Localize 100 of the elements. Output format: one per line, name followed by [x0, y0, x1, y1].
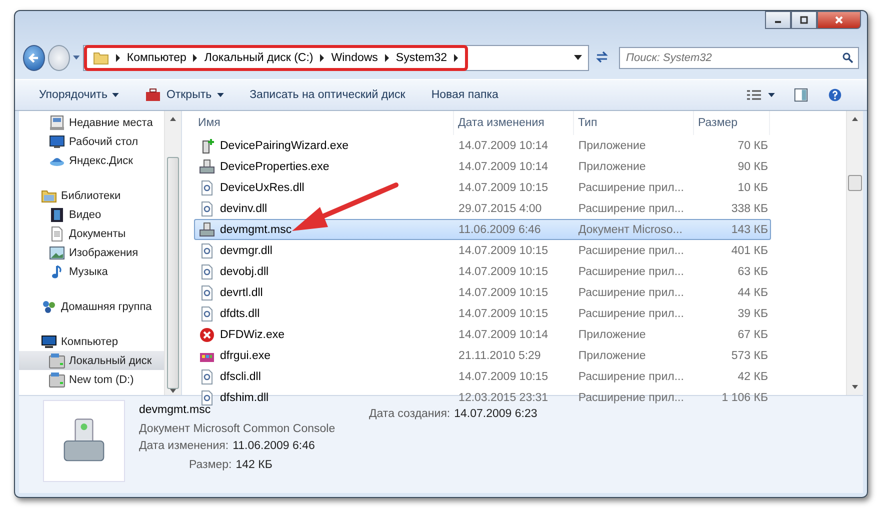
file-name: devinv.dll: [220, 202, 268, 214]
address-bar[interactable]: Компьютер Локальный диск (C:) Windows System32: [82, 45, 589, 71]
nav-item[interactable]: New tom (D:): [19, 370, 164, 389]
scrollbar[interactable]: [846, 111, 863, 395]
table-cell-text: Документ Microso...: [577, 224, 684, 236]
pane-icon: [793, 88, 809, 102]
table-cell-text: 70 КБ: [736, 140, 770, 152]
maximize-button[interactable]: [791, 11, 817, 29]
nav-item[interactable]: Домашняя группа: [19, 297, 164, 316]
table-cell-text: 21.11.2010 5:29: [458, 350, 542, 362]
table-cell-text: 29.07.2015 4:00: [458, 202, 543, 214]
table-cell-text: 44 КБ: [736, 286, 770, 298]
breadcrumb[interactable]: Windows: [331, 52, 378, 64]
file-name: DevicePairingWizard.exe: [220, 140, 348, 152]
file-row[interactable]: devrtl.dll 14.07.2009 10:15 Расширение прил... 44 КБ: [194, 282, 771, 303]
field-value: 142 КБ: [236, 459, 272, 471]
maximize-icon: [799, 15, 809, 25]
network-group-icon: [41, 298, 57, 314]
nav-item[interactable]: Локальный диск: [19, 351, 164, 370]
file-name: devmgmt.msc: [220, 224, 292, 236]
toolbar-button[interactable]: Новая папка: [423, 85, 506, 105]
document-icon: [49, 226, 65, 242]
back-button[interactable]: [23, 45, 46, 71]
table-cell-text: 14.07.2009 10:14: [458, 160, 550, 172]
folder-icon: [92, 50, 109, 66]
table-cell-text: 143 КБ: [730, 224, 770, 236]
nav-item[interactable]: Документы: [19, 224, 164, 243]
file-row[interactable]: DeviceUxRes.dll 14.07.2009 10:15 Расширение прил... 10 КБ: [194, 177, 771, 198]
breadcrumb[interactable]: System32: [396, 52, 448, 64]
toolbar-button[interactable]: Записать на оптический диск: [242, 85, 414, 105]
file-row[interactable]: dfscli.dll 14.07.2009 10:15 Расширение прил... 42 КБ: [194, 366, 771, 387]
dropdown-caret-icon: [574, 55, 582, 61]
field-label: Дата изменения:: [139, 440, 229, 452]
breadcrumb[interactable]: Локальный диск (C:): [204, 52, 314, 64]
table-cell-text: 14.07.2009 10:15: [458, 244, 550, 256]
nav-item[interactable]: Яндекс.Диск: [19, 151, 164, 170]
table-cell-text: 1 106 КБ: [720, 392, 770, 404]
nav-item[interactable]: Музыка: [19, 262, 164, 281]
table-cell-text: 11.06.2009 6:46: [458, 224, 542, 236]
column-header[interactable]: Размер: [694, 111, 770, 135]
close-button[interactable]: [817, 11, 861, 29]
column-header[interactable]: Дата изменения: [454, 111, 574, 135]
picture-icon: [49, 244, 65, 260]
computer-icon: [41, 334, 57, 350]
field-label: Размер:: [189, 459, 232, 471]
table-cell-text: Расширение прил...: [577, 202, 685, 214]
file-row[interactable]: devinv.dll 29.07.2015 4:00 Расширение прил... 338 КБ: [194, 198, 771, 219]
table-cell-text: 14.07.2009 10:14: [458, 140, 550, 152]
nav-item[interactable]: Рабочий стол: [19, 132, 164, 151]
file-name: devobj.dll: [220, 266, 269, 278]
file-row[interactable]: dfrgui.exe 21.11.2010 5:29 Приложение 573 КБ: [194, 345, 771, 366]
file-row[interactable]: devobj.dll 14.07.2009 10:15 Расширение прил... 63 КБ: [194, 261, 771, 282]
list-view-icon: [746, 88, 762, 102]
file-row[interactable]: devmgr.dll 14.07.2009 10:15 Расширение прил... 401 КБ: [194, 240, 771, 261]
table-cell-text: Приложение: [577, 160, 647, 172]
field-value: 14.07.2009 6:23: [454, 408, 538, 420]
search-field[interactable]: Поиск: System32: [618, 47, 859, 69]
column-header[interactable]: Имя: [194, 111, 454, 135]
gear-file-icon: [199, 306, 215, 322]
table-cell-text: 338 КБ: [730, 202, 770, 214]
field-value: 11.06.2009 6:46: [232, 440, 315, 452]
file-name: dfdts.dll: [220, 308, 260, 320]
file-row[interactable]: devmgmt.msc 11.06.2009 6:46 Документ Microso... 143 КБ: [194, 219, 771, 240]
file-row[interactable]: dfdts.dll 14.07.2009 10:15 Расширение прил... 39 КБ: [194, 303, 771, 324]
column-header[interactable]: Тип: [574, 111, 694, 135]
toolbar-button[interactable]: Открыть: [137, 83, 232, 107]
nav-item[interactable]: Изображения: [19, 243, 164, 262]
history-caret-icon: [73, 55, 80, 61]
table-cell-text: Приложение: [577, 328, 647, 340]
gear-file-icon: [199, 264, 215, 280]
table-cell-text: Расширение прил...: [577, 370, 685, 382]
caret-icon: [112, 92, 120, 98]
table-cell-text: Расширение прил...: [577, 286, 685, 298]
nav-item[interactable]: Библиотеки: [19, 186, 164, 205]
gear-file-icon: [199, 284, 215, 300]
table-cell-text: 39 КБ: [736, 308, 770, 320]
toolbox-icon: [145, 87, 162, 103]
scroll-down-icon[interactable]: [852, 385, 858, 389]
scroll-up-icon[interactable]: [852, 117, 858, 121]
table-cell-text: Приложение: [577, 140, 647, 152]
minimize-button[interactable]: [765, 11, 791, 29]
breadcrumb[interactable]: Компьютер: [126, 52, 186, 64]
nav-item[interactable]: Недавние места: [19, 113, 164, 132]
scroll-up-icon[interactable]: [170, 117, 176, 121]
file-row[interactable]: DevicePairingWizard.exe 14.07.2009 10:14 Приложение 70 КБ: [194, 135, 771, 156]
toolbox-icon: [199, 158, 215, 174]
file-row[interactable]: DeviceProperties.exe 14.07.2009 10:14 Приложение 90 КБ: [194, 156, 771, 177]
toolbar-button[interactable]: Упорядочить: [31, 85, 128, 105]
nav-item[interactable]: Видео: [19, 205, 164, 224]
nav-item[interactable]: Компьютер: [19, 332, 164, 351]
scroll-thumb[interactable]: [167, 157, 179, 389]
help-icon: [827, 88, 843, 102]
scrollbar[interactable]: [164, 111, 181, 395]
file-row[interactable]: DFDWiz.exe 14.07.2009 10:14 Приложение 67 КБ: [194, 324, 771, 345]
table-cell-text: 14.07.2009 10:15: [458, 182, 550, 194]
table-cell-text: 14.07.2009 10:14: [458, 328, 550, 340]
scroll-thumb[interactable]: [848, 175, 862, 191]
file-name: dfshim.dll: [220, 392, 269, 404]
file-name: devrtl.dll: [220, 286, 263, 298]
file-name: DeviceUxRes.dll: [220, 182, 304, 194]
